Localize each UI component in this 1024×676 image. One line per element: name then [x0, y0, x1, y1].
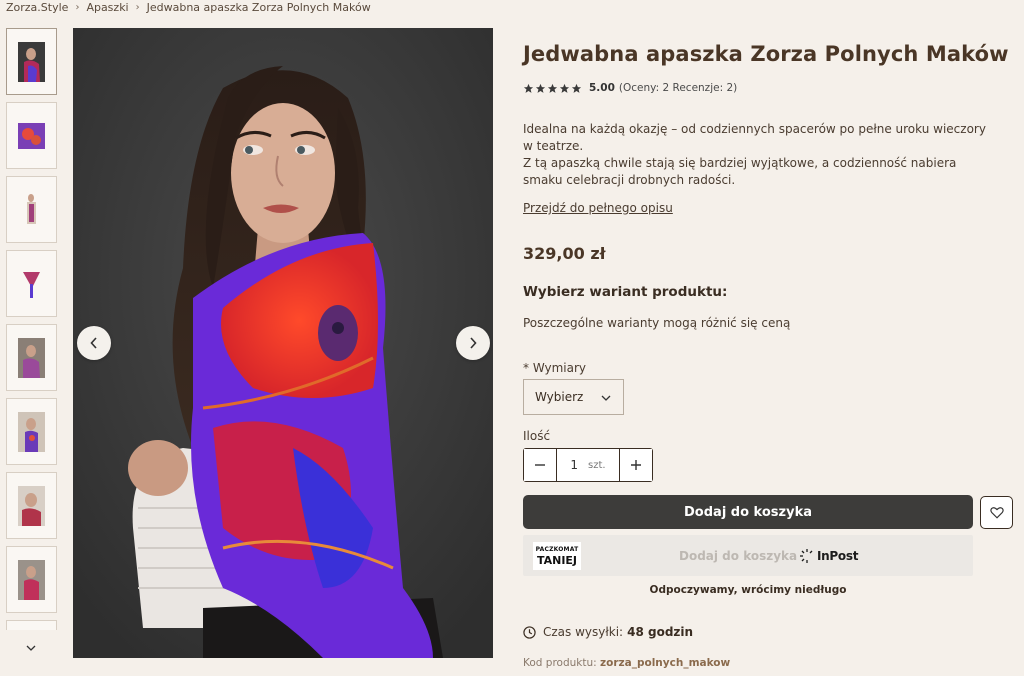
quantity-decrease-button[interactable] — [524, 449, 557, 481]
breadcrumb-category[interactable]: Apaszki — [86, 1, 128, 14]
shipping-label: Czas wysyłki: — [543, 625, 624, 639]
product-price: 329,00 zł — [523, 244, 606, 263]
full-description-link[interactable]: Przejdź do pełnego opisu — [523, 201, 673, 215]
paczkomat-taniej-logo: PACZKOMAT TANIEJ — [533, 542, 581, 570]
quantity-value: 1 — [570, 458, 579, 472]
breadcrumb-home[interactable]: Zorza.Style — [6, 1, 68, 14]
quantity-stepper: 1 szt. — [523, 448, 653, 482]
thumbnails-scroll-down-button[interactable] — [22, 639, 40, 657]
inpost-button-label: Dodaj do koszyka — [679, 549, 798, 563]
chevron-down-icon — [26, 645, 36, 651]
thumbnail-2[interactable] — [6, 102, 57, 169]
rating-score: 5.00 — [589, 82, 615, 94]
thumbnail-image — [18, 41, 45, 82]
thumbnail-list — [6, 28, 57, 630]
thumbnail-image — [23, 271, 40, 298]
clock-icon — [523, 625, 536, 639]
thumbnail-image — [18, 559, 45, 600]
product-title: Jedwabna apaszka Zorza Polnych Maków — [523, 42, 1009, 66]
thumbnail-image — [18, 411, 45, 452]
thumbnail-9[interactable] — [6, 620, 57, 630]
star-icon — [547, 83, 558, 93]
product-code-value: zorza_polnych_makow — [600, 657, 731, 669]
thumbnail-6[interactable] — [6, 398, 57, 465]
quantity-label: Ilość — [523, 429, 551, 443]
inpost-sunburst-icon — [800, 549, 813, 563]
inpost-brand: InPost — [799, 548, 858, 564]
add-to-cart-button[interactable]: Dodaj do koszyka — [523, 495, 973, 529]
breadcrumb-current: Jedwabna apaszka Zorza Polnych Maków — [146, 0, 371, 14]
thumbnail-3[interactable] — [6, 176, 57, 243]
thumbnail-4[interactable] — [6, 250, 57, 317]
paczkomat-logo-line2: TANIEJ — [536, 553, 578, 567]
quantity-input[interactable]: 1 szt. — [557, 449, 619, 481]
chevron-right-icon: › — [135, 1, 140, 13]
inpost-status-message: Odpoczywamy, wrócimy niedługo — [649, 584, 847, 596]
dimension-label-text: Wymiary — [532, 361, 586, 375]
product-short-description: Idealna na każdą okazję – od codziennych… — [523, 121, 998, 189]
thumbnail-image — [18, 122, 45, 149]
paczkomat-logo-line1: PACZKOMAT — [535, 545, 579, 553]
quantity-increase-button[interactable] — [619, 449, 652, 481]
thumbnail-image — [18, 337, 45, 378]
chevron-down-icon — [601, 395, 611, 401]
minus-icon — [535, 464, 545, 466]
chevron-right-icon — [470, 337, 477, 349]
heart-icon — [989, 507, 1004, 519]
variant-note: Poszczególne warianty mogą różnić się ce… — [523, 316, 791, 330]
star-icon — [571, 83, 582, 93]
chevron-left-icon — [90, 337, 97, 349]
shipping-time: Czas wysyłki: 48 godzin — [523, 625, 693, 639]
product-rating[interactable]: 5.00 (Oceny: 2 Recenzje: 2) — [523, 82, 737, 94]
star-rating — [523, 83, 582, 94]
shipping-value: 48 godzin — [627, 625, 694, 639]
dimension-select-value: Wybierz — [535, 390, 584, 404]
inpost-add-to-cart-button[interactable]: PACZKOMAT TANIEJ Dodaj do koszyka InPost — [523, 535, 973, 576]
gallery-next-button[interactable] — [456, 326, 490, 360]
star-icon — [523, 83, 534, 93]
rating-details: (Oceny: 2 Recenzje: 2) — [618, 82, 738, 94]
thumbnail-7[interactable] — [6, 472, 57, 539]
chevron-right-icon: › — [75, 1, 80, 13]
required-marker: * — [523, 361, 529, 375]
dimension-select[interactable]: Wybierz — [523, 379, 624, 415]
wishlist-button[interactable] — [980, 496, 1013, 529]
main-product-image — [73, 28, 493, 658]
quantity-unit: szt. — [588, 459, 606, 471]
inpost-brand-text: InPost — [817, 549, 859, 563]
star-icon — [535, 83, 546, 93]
variant-heading: Wybierz wariant produktu: — [523, 284, 728, 300]
thumbnail-8[interactable] — [6, 546, 57, 613]
dimension-label: * Wymiary — [523, 361, 586, 375]
star-icon — [559, 83, 570, 93]
description-paragraph: Z tą apaszką chwile stają się bardziej w… — [523, 156, 957, 187]
thumbnail-5[interactable] — [6, 324, 57, 391]
description-paragraph: Idealna na każdą okazję – od codziennych… — [523, 122, 986, 153]
breadcrumb: Zorza.Style › Apaszki › Jedwabna apaszka… — [6, 0, 371, 14]
product-code-label: Kod produktu: — [523, 657, 597, 669]
model-wearing-scarf-illustration — [73, 28, 493, 658]
thumbnail-image — [18, 485, 45, 526]
product-code: Kod produktu: zorza_polnych_makow — [523, 657, 730, 669]
thumbnail-1[interactable] — [6, 28, 57, 95]
gallery-prev-button[interactable] — [77, 326, 111, 360]
plus-icon — [631, 460, 641, 470]
thumbnail-image — [27, 193, 36, 224]
